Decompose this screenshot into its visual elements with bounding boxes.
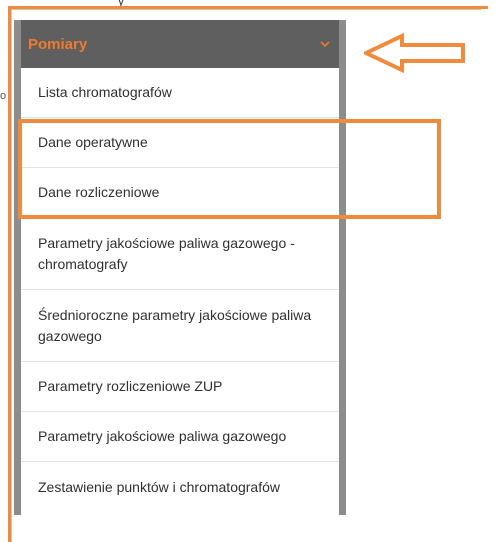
menu-item-parametry-jakosciowe[interactable]: Parametry jakościowe paliwa gazowego xyxy=(21,412,339,462)
menu-item-label: Lista chromatografów xyxy=(38,84,172,100)
menu-item-label: Parametry rozliczeniowe ZUP xyxy=(38,378,223,394)
menu-item-label: Zestawienie punktów i chromatografów xyxy=(38,478,281,495)
dropdown-header[interactable]: Pomiary xyxy=(21,20,339,68)
background-text-fragment-left: o xyxy=(0,90,7,102)
menu-item-lista-chromatografow[interactable]: Lista chromatografów xyxy=(21,68,339,118)
scrollbar-thumb[interactable] xyxy=(339,68,346,88)
menu-item-zestawienie-punktow[interactable]: Zestawienie punktów i chromatografów xyxy=(21,462,339,512)
dropdown-title: Pomiary xyxy=(28,35,88,53)
left-arrow-outline-icon xyxy=(364,33,465,73)
highlight-box xyxy=(18,119,441,219)
menu-item-srednioroczne-parametry[interactable]: Średnioroczne parametry jakościowe paliw… xyxy=(21,290,339,362)
menu-item-parametry-jakosciowe-chromatografy[interactable]: Parametry jakościowe paliwa gazowego - c… xyxy=(21,218,339,290)
pomiary-dropdown-menu: Pomiary Lista chromatografów Dane operat… xyxy=(14,20,346,515)
menu-item-label: Średnioroczne parametry jakościowe paliw… xyxy=(38,306,312,344)
chevron-down-icon[interactable] xyxy=(318,37,332,51)
menu-item-parametry-rozliczeniowe-zup[interactable]: Parametry rozliczeniowe ZUP xyxy=(21,362,339,412)
screenshot-canvas: y o Pomiary Lista chromatografów Dane op… xyxy=(0,0,495,542)
menu-item-label: Parametry jakościowe paliwa gazowego - c… xyxy=(38,234,295,272)
menu-item-label: Parametry jakościowe paliwa gazowego xyxy=(38,428,287,444)
